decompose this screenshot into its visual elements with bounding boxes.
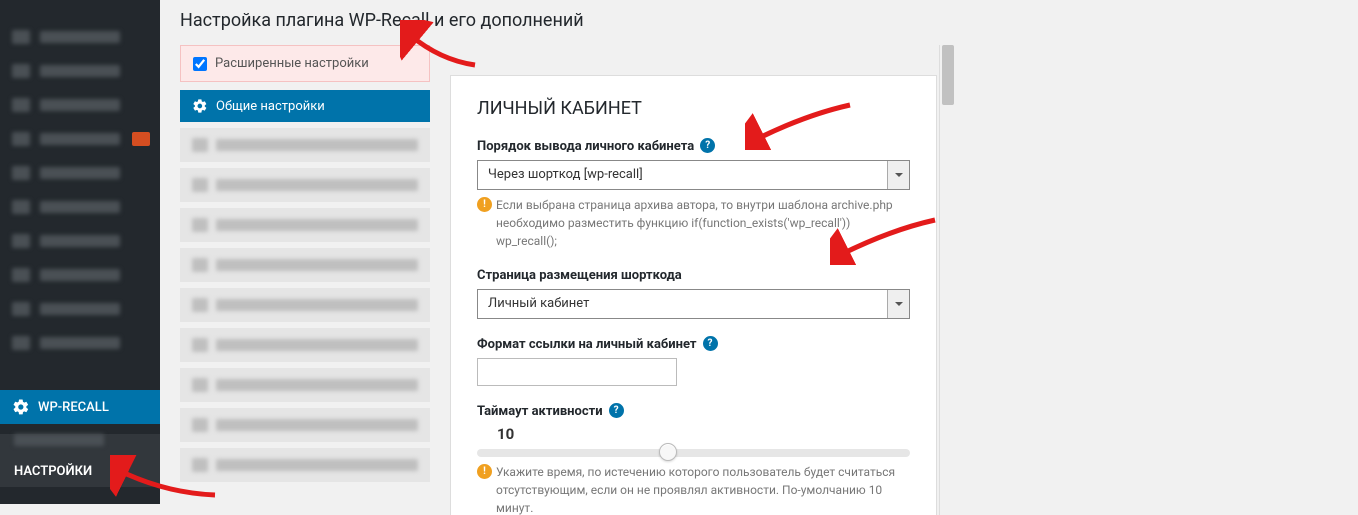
select-shortcode-page[interactable]: Личный кабинет (477, 289, 910, 319)
scrollbar-thumb[interactable] (942, 45, 954, 105)
main-content: Настройка плагина WP-Recall и его дополн… (160, 0, 1358, 504)
tab-item[interactable] (180, 448, 430, 482)
sidebar-subitem[interactable] (14, 434, 104, 446)
warning-icon: ! (477, 197, 492, 212)
tab-item[interactable] (180, 408, 430, 442)
sidebar-subitem-settings[interactable]: НАСТРОЙКИ (0, 456, 160, 487)
tab-item[interactable] (180, 168, 430, 202)
sidebar-item[interactable] (0, 88, 160, 122)
sidebar-wp-recall-label: WP-RECALL (38, 400, 109, 415)
field-label-text: Таймаут активности (477, 404, 603, 419)
gear-icon (12, 398, 30, 416)
sidebar-item[interactable] (0, 20, 160, 54)
field-hint: ! Укажите время, по истечению которого п… (477, 463, 910, 515)
gear-icon (192, 98, 208, 114)
tab-item[interactable] (180, 128, 430, 162)
field-shortcode-page: Страница размещения шорткода Личный каби… (477, 268, 910, 319)
tab-item[interactable] (180, 368, 430, 402)
tab-item[interactable] (180, 208, 430, 242)
tab-general-label: Общие настройки (216, 99, 325, 114)
chevron-down-icon (887, 290, 909, 318)
select-value: Личный кабинет (478, 290, 887, 318)
sidebar-item[interactable] (0, 326, 160, 360)
sidebar-item[interactable] (0, 224, 160, 258)
help-icon[interactable]: ? (703, 336, 718, 351)
select-value: Через шорткод [wp-recall] (478, 161, 887, 189)
tab-general-settings[interactable]: Общие настройки (180, 90, 430, 122)
slider-thumb[interactable] (659, 443, 677, 461)
settings-tabs-column: Расширенные настройки Общие настройки (180, 45, 430, 515)
field-label-text: Страница размещения шорткода (477, 268, 682, 283)
sidebar-item[interactable] (0, 258, 160, 292)
help-icon[interactable]: ? (609, 403, 624, 418)
settings-panel-column: ЛИЧНЫЙ КАБИНЕТ Порядок вывода личного ка… (450, 45, 955, 515)
warning-icon: ! (477, 464, 492, 479)
settings-card: ЛИЧНЫЙ КАБИНЕТ Порядок вывода личного ка… (450, 75, 937, 515)
field-label-text: Порядок вывода личного кабинета (477, 139, 694, 154)
extended-settings-checkbox-row[interactable]: Расширенные настройки (180, 45, 430, 82)
page-title: Настройка плагина WP-Recall и его дополн… (180, 6, 1338, 31)
extended-settings-label: Расширенные настройки (215, 56, 369, 71)
sidebar-submenu: НАСТРОЙКИ (0, 434, 160, 487)
field-activity-timeout: Таймаут активности ? 10 ! (477, 404, 910, 515)
sidebar-item[interactable] (0, 156, 160, 190)
extended-settings-checkbox[interactable] (193, 57, 207, 71)
field-link-format: Формат ссылки на личный кабинет ? (477, 337, 910, 386)
field-label-text: Формат ссылки на личный кабинет (477, 337, 697, 352)
panel-scrollbar[interactable] (939, 45, 955, 515)
wp-admin-sidebar: WP-RECALL НАСТРОЙКИ (0, 0, 160, 504)
section-title: ЛИЧНЫЙ КАБИНЕТ (477, 98, 910, 119)
link-format-input[interactable] (477, 358, 677, 386)
chevron-down-icon (887, 161, 909, 189)
activity-timeout-slider[interactable] (477, 449, 910, 457)
tab-item[interactable] (180, 248, 430, 282)
field-output-order: Порядок вывода личного кабинета ? Через … (477, 139, 910, 250)
sidebar-item[interactable] (0, 292, 160, 326)
sidebar-item-wp-recall[interactable]: WP-RECALL (0, 390, 160, 424)
help-icon[interactable]: ? (700, 138, 715, 153)
sidebar-settings-label: НАСТРОЙКИ (14, 464, 92, 479)
tab-item[interactable] (180, 288, 430, 322)
sidebar-item[interactable] (0, 190, 160, 224)
select-output-order[interactable]: Через шорткод [wp-recall] (477, 160, 910, 190)
slider-value: 10 (477, 425, 910, 443)
sidebar-item[interactable] (0, 122, 160, 156)
field-hint: ! Если выбрана страница архива автора, т… (477, 196, 910, 250)
tab-item[interactable] (180, 328, 430, 362)
sidebar-item[interactable] (0, 54, 160, 88)
